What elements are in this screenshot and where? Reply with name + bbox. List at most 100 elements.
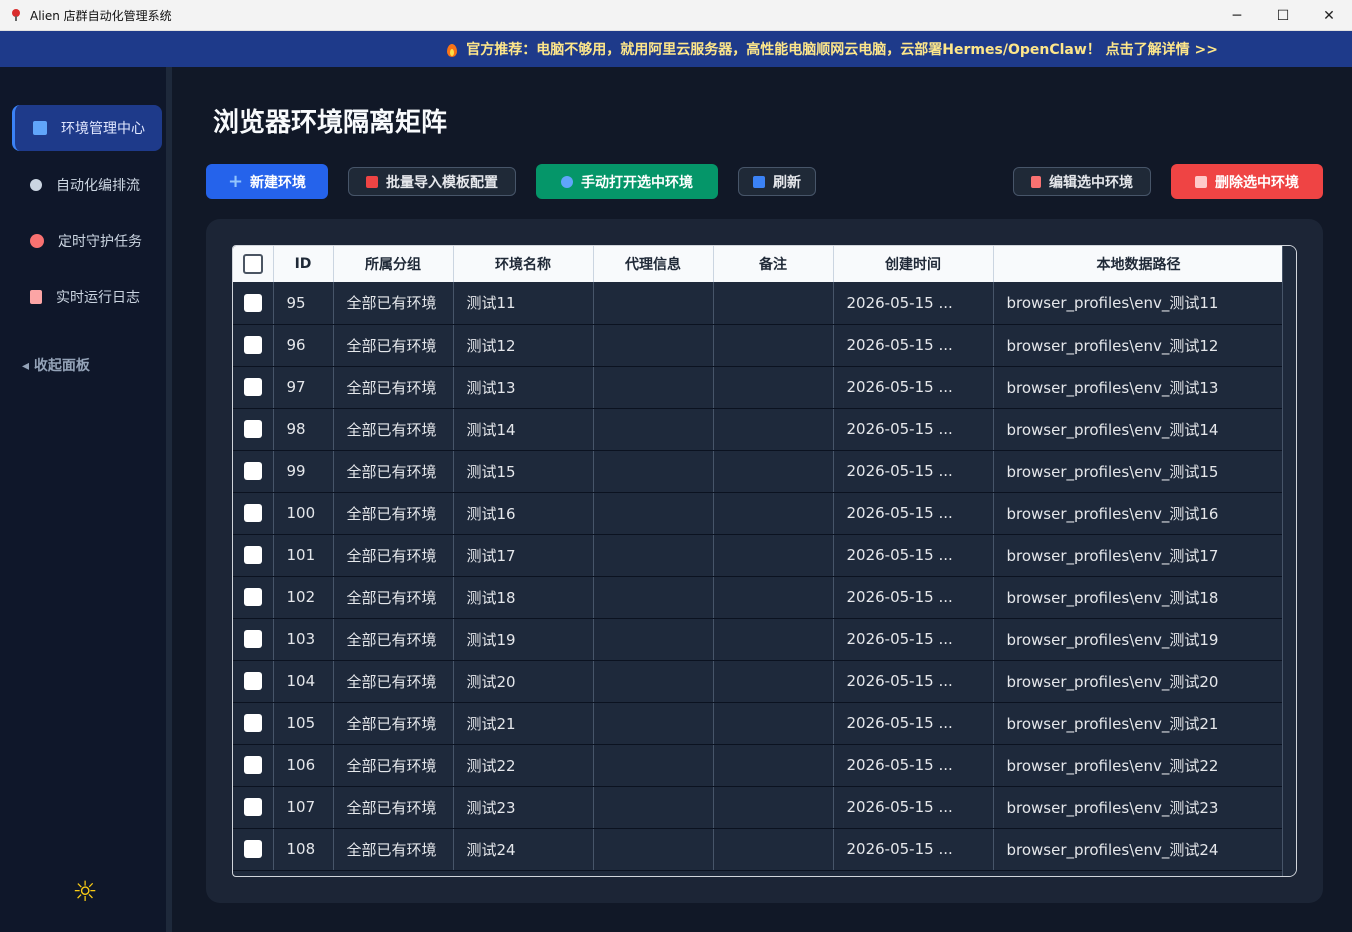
row-checkbox[interactable] — [243, 756, 262, 775]
laptop-icon — [33, 121, 47, 135]
row-select-cell[interactable] — [233, 282, 274, 325]
row-select-cell[interactable] — [233, 366, 274, 409]
column-header-path[interactable]: 本地数据路径 — [993, 246, 1285, 282]
row-note — [713, 282, 834, 325]
window-controls: ─ ☐ ✕ — [1214, 0, 1352, 31]
table-row[interactable]: 97 全部已有环境 测试13 2026-05-15 ... browser_profil… — [233, 366, 1285, 409]
inbox-icon — [366, 175, 378, 188]
row-checkbox[interactable] — [243, 630, 262, 649]
table-row[interactable]: 96 全部已有环境 测试12 2026-05-15 ... browser_profil… — [233, 324, 1285, 367]
batch-import-button[interactable]: 批量导入模板配置 — [348, 167, 516, 196]
table-row[interactable]: 98 全部已有环境 测试14 2026-05-15 ... browser_profil… — [233, 408, 1285, 451]
row-checkbox[interactable] — [243, 378, 262, 397]
table-scrollbar[interactable] — [1282, 246, 1296, 876]
sun-icon[interactable]: ☼ — [70, 877, 100, 907]
table-row[interactable]: 102 全部已有环境 测试18 2026-05-15 ... browser_profi… — [233, 576, 1285, 619]
table-row[interactable]: 104 全部已有环境 测试20 2026-05-15 ... browser_profi… — [233, 660, 1285, 703]
edit-selected-button[interactable]: 编辑选中环境 — [1013, 167, 1151, 196]
row-checkbox[interactable] — [243, 714, 262, 733]
row-created-time: 2026-05-15 ... — [833, 618, 994, 661]
sidebar-item-scheduled-tasks[interactable]: 定时守护任务 — [12, 218, 162, 264]
promo-banner[interactable]: 官方推荐：电脑不够用，就用阿里云服务器，高性能电脑顺网云电脑，云部署Hermes… — [0, 31, 1352, 67]
delete-selected-button[interactable]: 删除选中环境 — [1171, 164, 1323, 199]
row-checkbox[interactable] — [243, 588, 262, 607]
row-env-name: 测试24 — [453, 828, 594, 871]
column-header-created[interactable]: 创建时间 — [833, 246, 994, 282]
sidebar-item-automation-flow[interactable]: 自动化编排流 — [12, 162, 162, 208]
row-data-path: browser_profiles\env_测试23 — [993, 786, 1285, 829]
close-button[interactable]: ✕ — [1306, 0, 1352, 31]
row-select-cell[interactable] — [233, 702, 274, 745]
row-checkbox[interactable] — [243, 294, 262, 312]
row-select-cell[interactable] — [233, 576, 274, 619]
column-header-name[interactable]: 环境名称 — [453, 246, 594, 282]
table-row[interactable]: 99 全部已有环境 测试15 2026-05-15 ... browser_profil… — [233, 450, 1285, 493]
row-proxy — [593, 618, 714, 661]
row-group: 全部已有环境 — [333, 408, 454, 451]
row-checkbox[interactable] — [243, 504, 262, 523]
row-id: 100 — [273, 492, 334, 535]
row-created-time: 2026-05-15 ... — [833, 324, 994, 367]
row-note — [713, 786, 834, 829]
row-env-name: 测试11 — [453, 282, 594, 325]
row-data-path: browser_profiles\env_测试21 — [993, 702, 1285, 745]
select-all-header[interactable] — [233, 246, 274, 282]
row-checkbox[interactable] — [243, 420, 262, 439]
sidebar-item-runtime-logs[interactable]: 实时运行日志 — [12, 274, 162, 320]
table-row[interactable]: 106 全部已有环境 测试22 2026-05-15 ... browser_profi… — [233, 744, 1285, 787]
row-select-cell[interactable] — [233, 828, 274, 871]
row-select-cell[interactable] — [233, 786, 274, 829]
row-data-path: browser_profiles\env_测试14 — [993, 408, 1285, 451]
collapse-panel-button[interactable]: ◂ 收起面板 — [22, 355, 90, 375]
row-note — [713, 744, 834, 787]
row-select-cell[interactable] — [233, 492, 274, 535]
table-row[interactable]: 100 全部已有环境 测试16 2026-05-15 ... browser_profi… — [233, 492, 1285, 535]
row-select-cell[interactable] — [233, 534, 274, 577]
column-header-id[interactable]: ID — [273, 246, 334, 282]
row-group: 全部已有环境 — [333, 576, 454, 619]
row-data-path: browser_profiles\env_测试17 — [993, 534, 1285, 577]
select-all-checkbox[interactable] — [242, 254, 263, 274]
column-header-note[interactable]: 备注 — [713, 246, 834, 282]
row-id: 107 — [273, 786, 334, 829]
row-checkbox[interactable] — [243, 336, 262, 355]
promo-banner-text[interactable]: 官方推荐：电脑不够用，就用阿里云服务器，高性能电脑顺网云电脑，云部署Hermes… — [466, 39, 1218, 59]
table-row[interactable]: 108 全部已有环境 测试24 2026-05-15 ... browser_profi… — [233, 828, 1285, 871]
row-checkbox[interactable] — [243, 798, 262, 817]
row-env-name: 测试19 — [453, 618, 594, 661]
new-env-button[interactable]: + 新建环境 — [206, 164, 328, 199]
table-row[interactable]: 103 全部已有环境 测试19 2026-05-15 ... browser_profi… — [233, 618, 1285, 661]
row-select-cell[interactable] — [233, 744, 274, 787]
row-checkbox[interactable] — [243, 462, 262, 481]
row-checkbox[interactable] — [243, 840, 262, 859]
row-data-path: browser_profiles\env_测试13 — [993, 366, 1285, 409]
minimize-button[interactable]: ─ — [1214, 0, 1260, 31]
row-select-cell[interactable] — [233, 408, 274, 451]
table-row[interactable]: 107 全部已有环境 测试23 2026-05-15 ... browser_profi… — [233, 786, 1285, 829]
row-select-cell[interactable] — [233, 324, 274, 367]
sidebar-item-env-manager[interactable]: 环境管理中心 — [12, 105, 162, 151]
refresh-icon — [753, 175, 765, 188]
row-env-name: 测试20 — [453, 660, 594, 703]
row-checkbox[interactable] — [243, 672, 262, 691]
column-header-proxy[interactable]: 代理信息 — [593, 246, 714, 282]
table-row[interactable]: 101 全部已有环境 测试17 2026-05-15 ... browser_profi… — [233, 534, 1285, 577]
row-select-cell[interactable] — [233, 450, 274, 493]
row-created-time: 2026-05-15 ... — [833, 744, 994, 787]
row-id: 99 — [273, 450, 334, 493]
table-row[interactable]: 95 全部已有环境 测试11 2026-05-15 ... browser_profil… — [233, 282, 1285, 325]
maximize-button[interactable]: ☐ — [1260, 0, 1306, 31]
row-group: 全部已有环境 — [333, 702, 454, 745]
row-proxy — [593, 282, 714, 325]
row-checkbox[interactable] — [243, 546, 262, 565]
table-row[interactable]: 105 全部已有环境 测试21 2026-05-15 ... browser_profi… — [233, 702, 1285, 745]
row-data-path: browser_profiles\env_测试20 — [993, 660, 1285, 703]
refresh-button[interactable]: 刷新 — [738, 167, 816, 196]
row-data-path: browser_profiles\env_测试11 — [993, 282, 1285, 325]
row-id: 104 — [273, 660, 334, 703]
column-header-group[interactable]: 所属分组 — [333, 246, 454, 282]
row-group: 全部已有环境 — [333, 660, 454, 703]
open-selected-button[interactable]: 手动打开选中环境 — [536, 164, 718, 199]
row-select-cell[interactable] — [233, 618, 274, 661]
row-select-cell[interactable] — [233, 660, 274, 703]
